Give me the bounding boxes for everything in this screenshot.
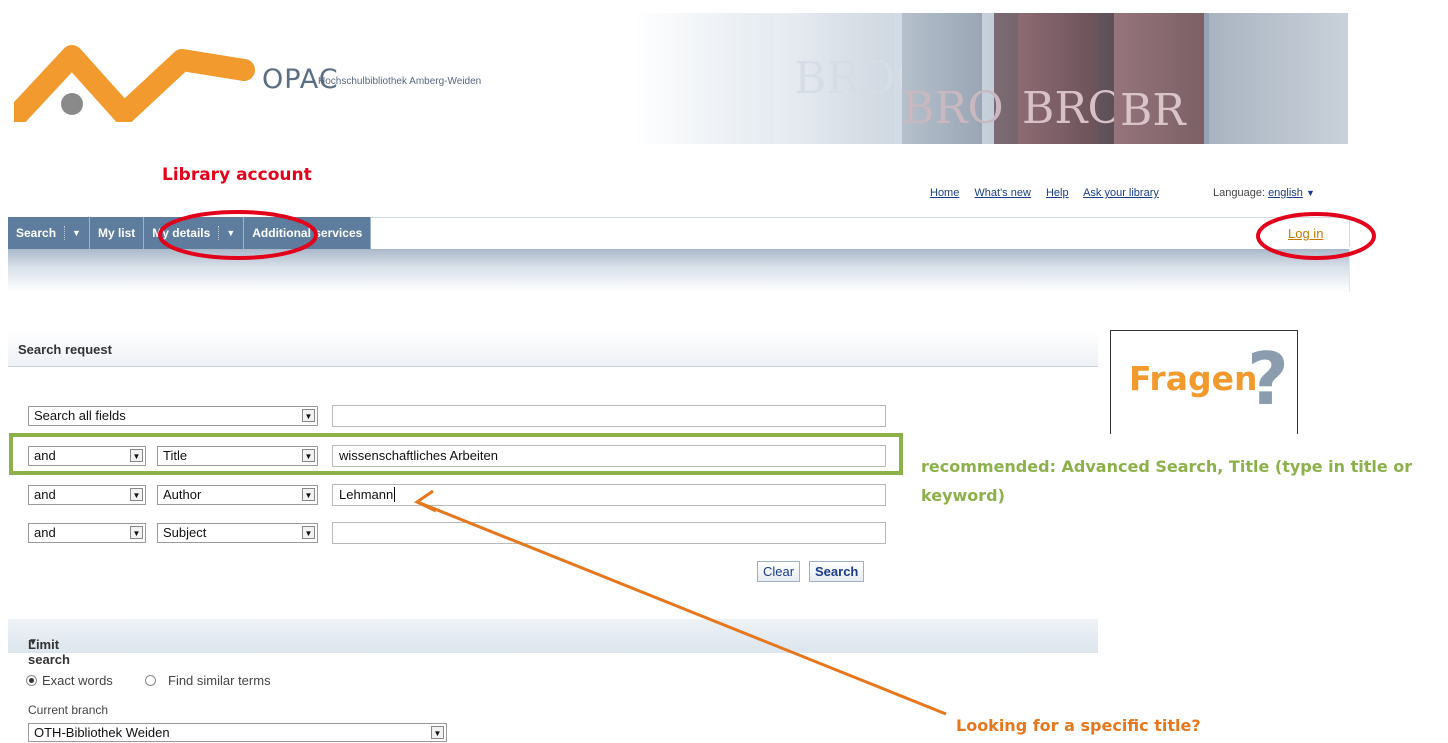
operator-select-3[interactable]: and ▼ — [28, 485, 146, 505]
field-select-4[interactable]: Subject ▼ — [157, 523, 318, 543]
field-select-value: Author — [163, 487, 202, 502]
operator-value: and — [34, 487, 56, 502]
similar-terms-label: Find similar terms — [168, 673, 271, 688]
clear-button[interactable]: Clear — [757, 561, 801, 582]
divider — [218, 226, 220, 240]
exact-words-radio[interactable] — [26, 675, 37, 686]
operator-select-4[interactable]: and ▼ — [28, 523, 146, 543]
home-link[interactable]: Home — [930, 187, 959, 199]
branch-select[interactable]: OTH-Bibliothek Weiden ▼ — [28, 723, 447, 742]
chevron-down-icon: ▼ — [1305, 188, 1315, 198]
chevron-down-icon: ▼ — [431, 726, 444, 739]
whats-new-link[interactable]: What's new — [974, 187, 1031, 199]
fragen-help-box[interactable]: Fragen ? — [1110, 330, 1298, 434]
field-select-value: Subject — [163, 525, 207, 540]
search-input-value: wissenschaftliches Arbeiten — [339, 448, 498, 463]
tab-my-list-label: My list — [97, 226, 136, 240]
search-input-4[interactable] — [332, 522, 886, 544]
tab-additional-services-label: Additional services — [252, 226, 363, 240]
tab-additional-services[interactable]: Additional services — [244, 217, 372, 249]
operator-select-2[interactable]: and ▼ — [28, 446, 146, 466]
exact-words-label: Exact words — [42, 673, 113, 688]
language-label: Language: — [1213, 187, 1265, 199]
annotation-library-account: Library account — [162, 165, 312, 185]
question-mark-icon: ? — [1247, 337, 1289, 421]
tab-search-label: Search — [16, 226, 57, 240]
search-request-header: Search request — [8, 331, 1098, 367]
chevron-down-icon: ▼ — [302, 409, 315, 422]
field-select-value: Title — [163, 448, 188, 463]
branch-label: Current branch — [28, 703, 109, 717]
search-input-2[interactable]: wissenschaftliches Arbeiten — [332, 445, 886, 467]
tab-my-details-label: My details — [152, 226, 211, 240]
search-input-value: Lehmann — [339, 487, 394, 502]
search-request-title: Search request — [18, 342, 112, 357]
annotation-recommended: recommended: Advanced Search, Title (typ… — [921, 457, 1413, 505]
chevron-down-icon[interactable]: ▼ — [226, 217, 235, 249]
search-input-3[interactable]: Lehmann — [332, 484, 886, 506]
chevron-down-icon: ▼ — [130, 449, 143, 462]
tab-search[interactable]: Search ▼ — [8, 217, 90, 249]
banner-text: BRO — [902, 83, 1004, 134]
field-select-value: Search all fields — [34, 408, 126, 423]
search-button[interactable]: Search — [809, 561, 865, 582]
ask-library-link[interactable]: Ask your library — [1083, 187, 1159, 199]
annotation-looking-for: Looking for a specific title? — [956, 716, 1201, 735]
chevron-down-icon: ▼ — [302, 449, 315, 462]
field-select-1[interactable]: Search all fields ▼ — [28, 406, 318, 426]
limit-search-title: Limit search — [28, 637, 70, 667]
operator-value: and — [34, 448, 56, 463]
library-name: Hochschulbibliothek Amberg-Weiden — [318, 76, 482, 87]
chevron-down-icon: ▼ — [130, 526, 143, 539]
tab-my-details[interactable]: My details ▼ — [144, 217, 245, 249]
similar-terms-radio[interactable] — [145, 675, 156, 686]
search-input-1[interactable] — [332, 405, 886, 427]
divider — [64, 226, 66, 240]
banner-text: BR — [1120, 85, 1186, 136]
operator-value: and — [34, 525, 56, 540]
chevron-down-icon[interactable]: ▼ — [72, 217, 81, 249]
main-nav: Search ▼ My list My details ▼ Additional… — [8, 217, 372, 249]
language-value[interactable]: english — [1268, 187, 1303, 199]
chevron-down-icon: ▼ — [302, 488, 315, 501]
top-links: Home What's new Help Ask your library — [930, 187, 1171, 199]
chevron-down-icon: ▼ — [130, 488, 143, 501]
branch-value: OTH-Bibliothek Weiden — [34, 725, 170, 740]
help-link[interactable]: Help — [1046, 187, 1069, 199]
limit-search-header[interactable]: ▼ Limit search — [8, 619, 1098, 667]
tab-my-list[interactable]: My list — [89, 217, 145, 249]
nav-subbar — [8, 249, 1350, 292]
field-select-2[interactable]: Title ▼ — [157, 446, 318, 466]
field-select-3[interactable]: Author ▼ — [157, 485, 318, 505]
header-banner: BROC BRO BRO BR — [634, 13, 1348, 144]
banner-text: BRO — [1022, 83, 1124, 134]
login-link[interactable]: Log in — [1288, 226, 1323, 241]
fragen-text: Fragen — [1129, 359, 1258, 398]
chevron-down-icon: ▼ — [302, 526, 315, 539]
logo — [14, 45, 255, 122]
language-selector[interactable]: Language: english ▼ — [1213, 187, 1315, 199]
